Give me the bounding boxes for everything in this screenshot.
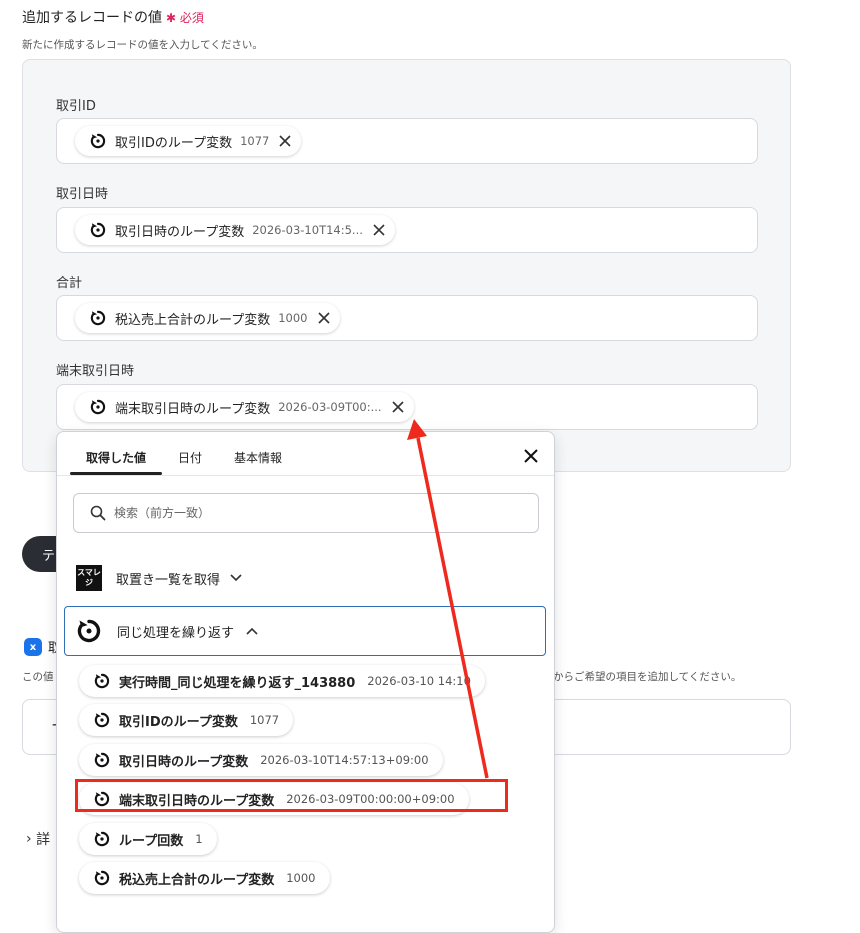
annotation-arrow: [407, 419, 489, 779]
